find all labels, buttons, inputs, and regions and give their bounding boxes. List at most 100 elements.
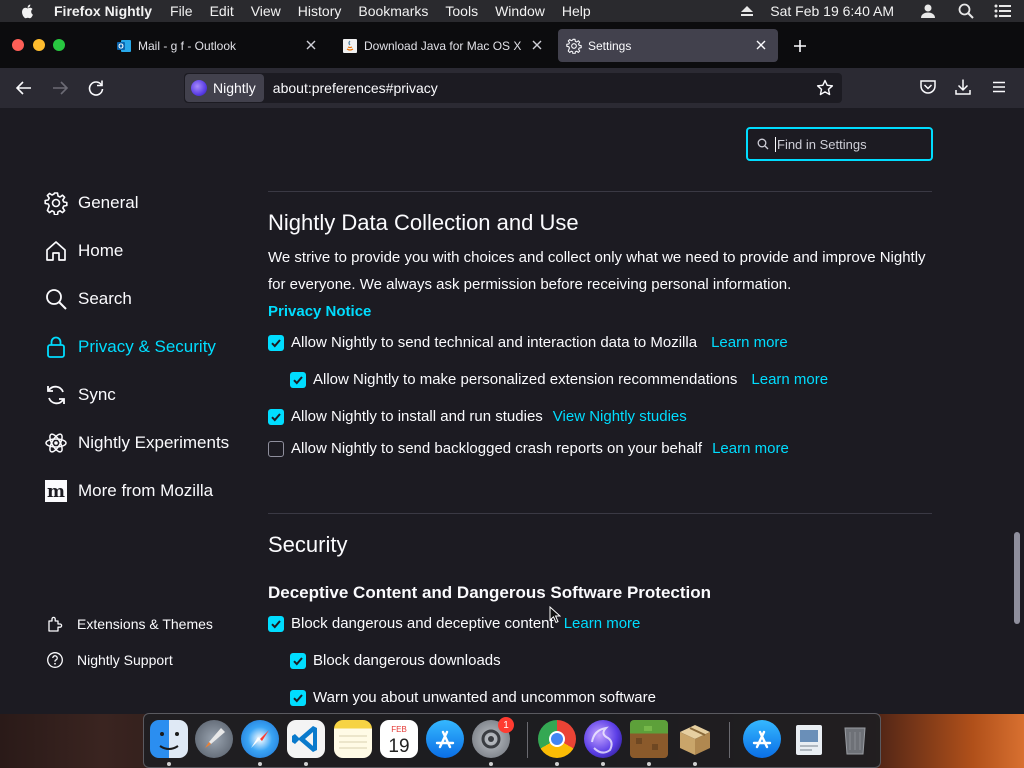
menu-app-name[interactable]: Firefox Nightly <box>54 3 152 19</box>
menu-edit[interactable]: Edit <box>210 3 234 19</box>
checkbox[interactable] <box>290 652 306 669</box>
bookmark-star-icon[interactable] <box>816 79 834 97</box>
puzzle-icon <box>48 616 63 632</box>
section-divider <box>268 191 932 192</box>
option-label[interactable]: Allow Nightly to make personalized exten… <box>313 371 737 388</box>
tab-java[interactable]: Download Java for Mac OS X <box>334 29 554 62</box>
window-zoom-button[interactable] <box>53 39 65 51</box>
reload-button[interactable] <box>86 78 106 98</box>
mozilla-icon: m <box>45 480 67 502</box>
nightly-logo-icon <box>191 80 207 96</box>
menu-tools[interactable]: Tools <box>445 3 478 19</box>
sidebar-nightly-support[interactable]: Nightly Support <box>46 650 173 670</box>
learn-more-link[interactable]: Learn more <box>712 440 789 457</box>
sidebar-item-search[interactable]: Search <box>44 285 132 313</box>
apple-icon[interactable] <box>20 3 36 19</box>
vscode-icon[interactable] <box>287 720 325 758</box>
option-warn-unwanted: Warn you about unwanted and uncommon sof… <box>290 689 656 706</box>
checkbox[interactable] <box>290 689 306 706</box>
menu-window[interactable]: Window <box>495 3 545 19</box>
control-center-icon[interactable] <box>994 4 1012 18</box>
url-text[interactable]: about:preferences#privacy <box>273 80 438 96</box>
checkbox[interactable] <box>268 615 284 632</box>
calendar-month: FEB <box>391 725 407 734</box>
sidebar-item-home[interactable]: Home <box>44 237 123 265</box>
firefox-nightly-icon[interactable] <box>584 720 622 758</box>
minecraft-icon[interactable] <box>630 720 668 758</box>
eject-icon[interactable] <box>740 5 754 17</box>
sidebar-item-privacy-security[interactable]: Privacy & Security <box>44 333 216 361</box>
app-store-icon[interactable] <box>426 720 464 758</box>
menu-bar: Firefox Nightly File Edit View History B… <box>0 0 1024 22</box>
notes-icon[interactable] <box>334 720 372 758</box>
badge-count: 1 <box>503 719 509 731</box>
learn-more-link[interactable]: Learn more <box>564 615 641 632</box>
option-label[interactable]: Allow Nightly to install and run studies <box>291 408 543 425</box>
learn-more-link[interactable]: Learn more <box>751 371 828 388</box>
view-studies-link[interactable]: View Nightly studies <box>553 408 687 425</box>
hamburger-menu-icon[interactable] <box>991 79 1007 95</box>
option-label[interactable]: Allow Nightly to send backlogged crash r… <box>291 440 702 457</box>
tab-outlook[interactable]: O Mail - g f - Outlook <box>108 29 328 62</box>
checkbox[interactable] <box>290 371 306 388</box>
sidebar-item-general[interactable]: General <box>44 189 138 217</box>
find-in-settings-input[interactable]: Find in Settings <box>746 127 933 161</box>
running-indicator <box>601 762 605 766</box>
url-bar[interactable]: Nightly about:preferences#privacy <box>184 73 842 103</box>
outlook-icon: O <box>117 39 131 52</box>
spotlight-icon[interactable] <box>958 3 974 19</box>
calendar-icon[interactable]: FEB 19 <box>380 720 418 758</box>
checkbox[interactable] <box>268 440 284 457</box>
option-extension-recommendations: Allow Nightly to make personalized exten… <box>290 371 828 388</box>
mouse-cursor-icon <box>549 606 561 624</box>
checkbox[interactable] <box>268 408 284 425</box>
new-tab-button[interactable] <box>792 38 808 54</box>
installer-icon[interactable] <box>676 720 714 758</box>
app-store-downloads-icon[interactable] <box>743 720 781 758</box>
help-icon <box>47 652 63 668</box>
user-icon[interactable] <box>920 3 936 19</box>
menu-help[interactable]: Help <box>562 3 591 19</box>
menu-history[interactable]: History <box>298 3 342 19</box>
data-collection-heading: Nightly Data Collection and Use <box>268 210 579 235</box>
sidebar-extensions-themes[interactable]: Extensions & Themes <box>46 614 213 634</box>
identity-box[interactable]: Nightly <box>185 74 264 102</box>
chrome-icon[interactable] <box>538 720 576 758</box>
close-icon[interactable] <box>304 38 318 52</box>
trash-icon[interactable] <box>836 720 874 758</box>
safari-icon[interactable] <box>241 720 279 758</box>
option-label[interactable]: Allow Nightly to send technical and inte… <box>291 334 697 351</box>
tab-settings[interactable]: Settings <box>558 29 778 62</box>
learn-more-link[interactable]: Learn more <box>711 334 788 351</box>
option-studies: Allow Nightly to install and run studies… <box>268 408 687 425</box>
menu-clock[interactable]: Sat Feb 19 6:40 AM <box>770 3 894 19</box>
sidebar-item-label: Privacy & Security <box>78 337 216 356</box>
menu-view[interactable]: View <box>251 3 281 19</box>
preview-icon[interactable] <box>790 720 828 758</box>
running-indicator <box>258 762 262 766</box>
forward-button[interactable] <box>50 78 70 98</box>
back-button[interactable] <box>14 78 34 98</box>
launchpad-icon[interactable] <box>195 720 233 758</box>
option-label[interactable]: Warn you about unwanted and uncommon sof… <box>313 689 656 706</box>
checkbox[interactable] <box>268 334 284 351</box>
sidebar-item-experiments[interactable]: Nightly Experiments <box>44 429 229 457</box>
option-label[interactable]: Block dangerous and deceptive content <box>291 615 554 632</box>
menu-bookmarks[interactable]: Bookmarks <box>358 3 428 19</box>
window-minimize-button[interactable] <box>33 39 45 51</box>
scrollbar-thumb[interactable] <box>1014 532 1020 624</box>
java-icon <box>343 38 357 53</box>
footer-label: Extensions & Themes <box>77 616 213 632</box>
window-close-button[interactable] <box>12 39 24 51</box>
close-icon[interactable] <box>754 38 768 52</box>
finder-icon[interactable] <box>150 720 188 758</box>
sidebar-item-more-from-mozilla[interactable]: m More from Mozilla <box>44 477 213 505</box>
downloads-icon[interactable] <box>954 78 972 96</box>
option-label[interactable]: Block dangerous downloads <box>313 652 501 669</box>
close-icon[interactable] <box>530 38 544 52</box>
pocket-icon[interactable] <box>919 78 937 96</box>
dock-separator <box>527 722 528 758</box>
privacy-notice-link[interactable]: Privacy Notice <box>268 298 371 325</box>
menu-file[interactable]: File <box>170 3 193 19</box>
sidebar-item-sync[interactable]: Sync <box>44 381 116 409</box>
